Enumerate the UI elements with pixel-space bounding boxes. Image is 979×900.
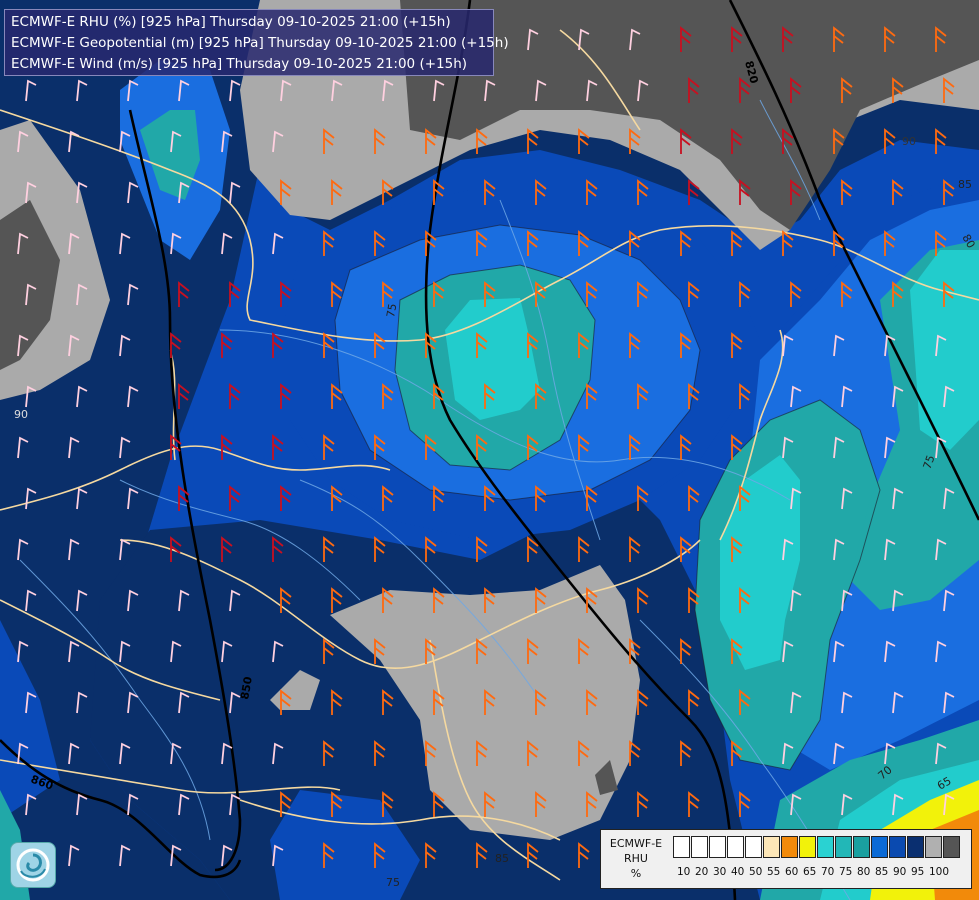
legend-tick-label: 85	[875, 866, 889, 878]
legend-tick-label: 100	[929, 866, 950, 878]
legend-tick-label: 55	[767, 866, 781, 878]
legend-swatch	[691, 836, 708, 858]
contour-label-rhu-90-ne: 90	[902, 135, 916, 148]
legend-tick-label: 20	[695, 866, 709, 878]
legend-ticks: 10 20 30 40 50 55 60 65 70 75 80 85 90 95 100	[677, 866, 950, 878]
legend-tick-label: 50	[749, 866, 763, 878]
legend-swatch	[781, 836, 798, 858]
map-viewer: 820 850 860 90 85 80 75 70 65 85 90 75 7…	[0, 0, 979, 900]
legend-tick-label: 75	[839, 866, 853, 878]
legend-swatch	[853, 836, 870, 858]
title-wind: ECMWF-E Wind (m/s) [925 hPa] Thursday 09…	[11, 56, 468, 72]
legend-variable: RHU	[624, 852, 648, 865]
legend-title: ECMWF-E RHU %	[601, 836, 671, 881]
contour-label-rhu-80-s: 75	[386, 876, 400, 889]
legend-swatch	[925, 836, 942, 858]
legend-tick-label: 40	[731, 866, 745, 878]
legend-swatches	[673, 836, 961, 858]
legend-swatch	[835, 836, 852, 858]
legend-swatch	[709, 836, 726, 858]
color-legend: ECMWF-E RHU % 10 20 30 40 50 55 60 65 70 75 80 85 90…	[600, 829, 972, 889]
weather-map: 820 850 860 90 85 80 75 70 65 85 90 75 7…	[0, 0, 979, 900]
contour-label-rhu-90-w: 90	[14, 408, 28, 421]
legend-swatch	[889, 836, 906, 858]
legend-tick-label: 70	[821, 866, 835, 878]
title-rhu: ECMWF-E RHU (%) [925 hPa] Thursday 09-10…	[11, 14, 451, 30]
legend-swatch	[943, 836, 960, 858]
legend-swatch	[817, 836, 834, 858]
legend-tick-label: 10	[677, 866, 691, 878]
legend-model: ECMWF-E	[609, 837, 663, 850]
ecmwf-swirl-icon	[10, 842, 56, 888]
legend-unit: %	[630, 867, 642, 880]
legend-swatch	[907, 836, 924, 858]
legend-tick-label: 90	[893, 866, 907, 878]
map-title-box: ECMWF-E RHU (%) [925 hPa] Thursday 09-10…	[4, 9, 509, 76]
legend-tick-label: 80	[857, 866, 871, 878]
title-geopotential: ECMWF-E Geopotential (m) [925 hPa] Thurs…	[11, 35, 509, 51]
legend-swatch	[745, 836, 762, 858]
contour-label-rhu-85-s: 85	[495, 852, 509, 865]
legend-tick-label: 95	[911, 866, 925, 878]
legend-swatch	[763, 836, 780, 858]
legend-tick-label: 30	[713, 866, 727, 878]
legend-swatch	[871, 836, 888, 858]
legend-swatch	[727, 836, 744, 858]
contour-label-rhu-75-c: 75	[384, 302, 399, 318]
legend-tick-label: 60	[785, 866, 799, 878]
rhu-area-70-far-east	[910, 250, 979, 450]
legend-swatch	[673, 836, 690, 858]
legend-tick-label: 65	[803, 866, 817, 878]
contour-label-rhu-85-ne: 85	[958, 178, 972, 191]
legend-swatch	[799, 836, 816, 858]
